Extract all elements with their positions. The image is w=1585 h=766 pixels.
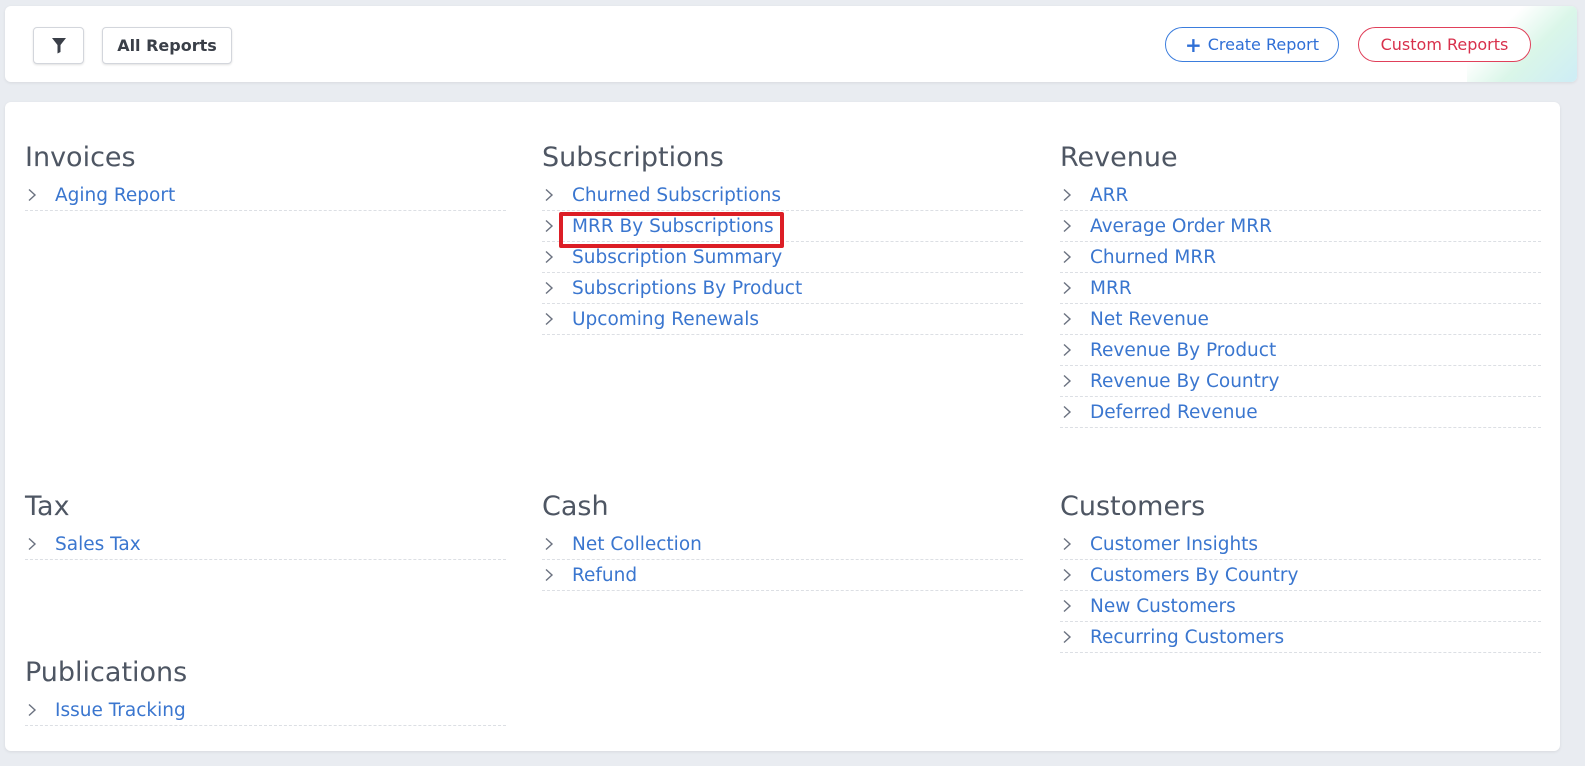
section-title: Tax [25, 491, 70, 522]
report-link-average-order-mrr[interactable]: Average Order MRR [1060, 211, 1541, 242]
report-link-label: Issue Tracking [55, 699, 186, 721]
section-invoices: Invoices Aging Report [25, 138, 506, 211]
create-report-button[interactable]: + Create Report [1165, 27, 1339, 62]
report-link-label: Upcoming Renewals [572, 308, 760, 330]
report-link-arr[interactable]: ARR [1060, 180, 1541, 211]
report-link-mrr[interactable]: MRR [1060, 273, 1541, 304]
report-link-refund[interactable]: Refund [542, 560, 1023, 591]
chevron-right-icon [1060, 405, 1090, 419]
chevron-right-icon [25, 537, 55, 551]
report-link-label: Customer Insights [1090, 533, 1259, 555]
chevron-right-icon [1060, 599, 1090, 613]
report-link-label: MRR [1090, 277, 1132, 299]
report-link-label: New Customers [1090, 595, 1236, 617]
report-link-subscriptions-by-product[interactable]: Subscriptions By Product [542, 273, 1023, 304]
report-link-churned-mrr[interactable]: Churned MRR [1060, 242, 1541, 273]
report-link-sales-tax[interactable]: Sales Tax [25, 529, 506, 560]
report-link-label: Churned MRR [1090, 246, 1217, 268]
section-title: Revenue [1060, 142, 1178, 173]
section-title: Cash [542, 491, 609, 522]
section-title: Customers [1060, 491, 1206, 522]
chevron-right-icon [1060, 374, 1090, 388]
section-subscriptions: Subscriptions Churned Subscriptions MRR B… [542, 138, 1023, 335]
filter-icon [51, 38, 66, 54]
chevron-right-icon [25, 188, 55, 202]
report-link-revenue-by-product[interactable]: Revenue By Product [1060, 335, 1541, 366]
report-link-label: Recurring Customers [1090, 626, 1285, 648]
reports-panel: Invoices Aging Report Subscriptions Chur… [5, 102, 1560, 751]
section-title: Invoices [25, 142, 136, 173]
section-title: Subscriptions [542, 142, 724, 173]
report-link-label: Subscription Summary [572, 246, 783, 268]
report-link-label: Revenue By Product [1090, 339, 1277, 361]
create-report-label: Create Report [1207, 35, 1320, 54]
all-reports-button[interactable]: All Reports [102, 27, 232, 64]
report-link-label: MRR By Subscriptions [572, 215, 774, 237]
report-link-new-customers[interactable]: New Customers [1060, 591, 1541, 622]
chevron-right-icon [1060, 630, 1090, 644]
report-link-label: Refund [572, 564, 638, 586]
chevron-right-icon [1060, 312, 1090, 326]
report-link-label: Churned Subscriptions [572, 184, 781, 206]
section-tax: Tax Sales Tax [25, 487, 506, 560]
chevron-right-icon [542, 219, 572, 233]
chevron-right-icon [542, 568, 572, 582]
chevron-right-icon [542, 188, 572, 202]
chevron-right-icon [1060, 568, 1090, 582]
chevron-right-icon [1060, 343, 1090, 357]
report-link-churned-subscriptions[interactable]: Churned Subscriptions [542, 180, 1023, 211]
chevron-right-icon [25, 703, 55, 717]
section-title: Publications [25, 657, 188, 688]
report-link-net-revenue[interactable]: Net Revenue [1060, 304, 1541, 335]
chevron-right-icon [1060, 281, 1090, 295]
report-link-deferred-revenue[interactable]: Deferred Revenue [1060, 397, 1541, 428]
plus-icon: + [1184, 32, 1202, 57]
report-link-label: Sales Tax [55, 533, 141, 555]
chevron-right-icon [1060, 219, 1090, 233]
report-link-aging-report[interactable]: Aging Report [25, 180, 506, 211]
filter-button[interactable] [33, 27, 84, 64]
section-publications: Publications Issue Tracking [25, 653, 506, 726]
report-link-revenue-by-country[interactable]: Revenue By Country [1060, 366, 1541, 397]
report-link-customer-insights[interactable]: Customer Insights [1060, 529, 1541, 560]
report-link-net-collection[interactable]: Net Collection [542, 529, 1023, 560]
section-cash: Cash Net Collection Refund [542, 487, 1023, 591]
report-link-customers-by-country[interactable]: Customers By Country [1060, 560, 1541, 591]
report-link-subscription-summary[interactable]: Subscription Summary [542, 242, 1023, 273]
report-link-issue-tracking[interactable]: Issue Tracking [25, 695, 506, 726]
top-toolbar: All Reports + Create Report Custom Repor… [5, 6, 1577, 82]
chevron-right-icon [1060, 188, 1090, 202]
report-link-label: Subscriptions By Product [572, 277, 803, 299]
report-link-label: Aging Report [55, 184, 176, 206]
chevron-right-icon [542, 250, 572, 264]
custom-reports-button[interactable]: Custom Reports [1358, 27, 1531, 62]
report-link-label: ARR [1090, 184, 1129, 206]
report-link-label: Customers By Country [1090, 564, 1299, 586]
report-link-label: Revenue By Country [1090, 370, 1280, 392]
report-link-label: Net Revenue [1090, 308, 1209, 330]
section-revenue: Revenue ARR Average Order MRR Churned MRR M… [1060, 138, 1541, 428]
chevron-right-icon [1060, 537, 1090, 551]
chevron-right-icon [542, 537, 572, 551]
report-link-label: Net Collection [572, 533, 702, 555]
report-link-label: Deferred Revenue [1090, 401, 1258, 423]
report-link-recurring-customers[interactable]: Recurring Customers [1060, 622, 1541, 653]
section-customers: Customers Customer Insights Customers By … [1060, 487, 1541, 653]
report-link-label: Average Order MRR [1090, 215, 1272, 237]
chevron-right-icon [542, 281, 572, 295]
report-link-mrr-by-subscriptions[interactable]: MRR By Subscriptions [542, 211, 1023, 242]
report-link-upcoming-renewals[interactable]: Upcoming Renewals [542, 304, 1023, 335]
chevron-right-icon [1060, 250, 1090, 264]
chevron-right-icon [542, 312, 572, 326]
